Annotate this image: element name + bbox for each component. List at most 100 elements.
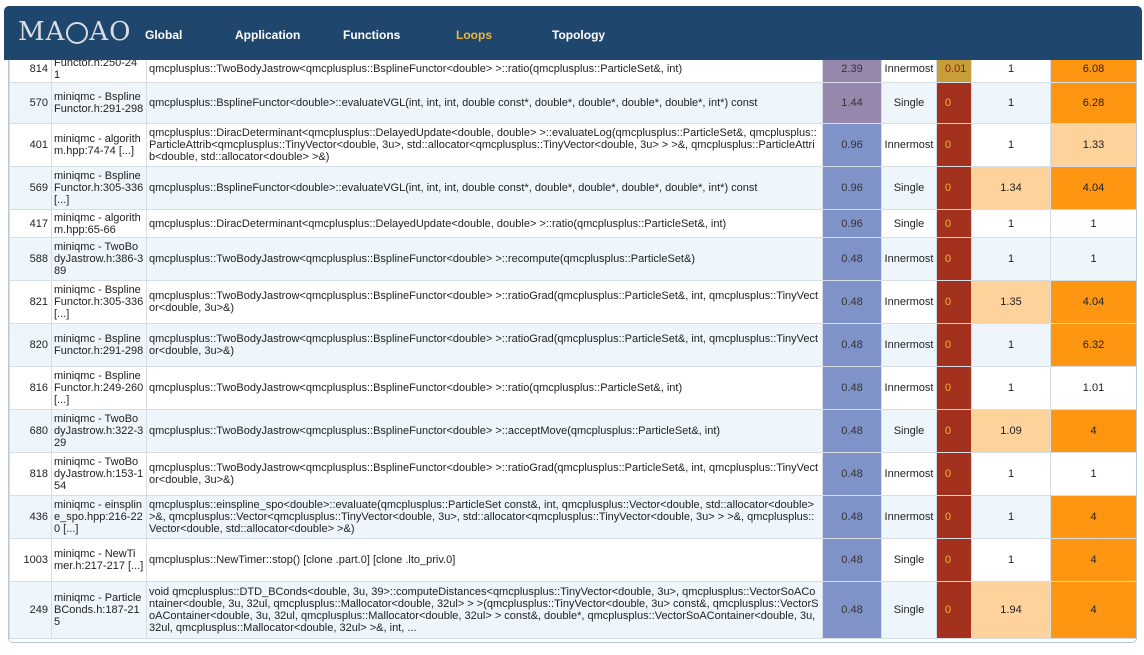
loop-level-cell: Innermost bbox=[881, 280, 937, 324]
loop-id-cell: 569 bbox=[9, 166, 52, 210]
coverage-cell: 0.48 bbox=[822, 538, 882, 582]
loop-level-cell: Innermost bbox=[881, 495, 937, 539]
speedup-fully-vectorized-cell: 4.04 bbox=[1050, 280, 1136, 324]
maqao-logo[interactable]: MA AO bbox=[18, 18, 132, 46]
nav-application[interactable]: Application bbox=[235, 28, 300, 42]
source-location-cell: miniqmc - algorithm.hpp:74-74 [...] bbox=[51, 123, 147, 167]
coverage-cell: 0.96 bbox=[822, 123, 882, 167]
top-navbar: MA AO Global Application Functions Loops … bbox=[4, 6, 1142, 60]
vectorization-ratio-cell: 0 bbox=[936, 495, 972, 539]
nav-topology[interactable]: Topology bbox=[552, 28, 605, 42]
vectorization-ratio-cell: 0 bbox=[936, 82, 972, 124]
speedup-cell: 1 bbox=[971, 538, 1051, 582]
loop-level-cell: Innermost bbox=[881, 237, 937, 281]
speedup-cell: 1 bbox=[971, 366, 1051, 410]
logo-text-right: AO bbox=[89, 17, 132, 47]
coverage-cell: 0.48 bbox=[822, 452, 882, 496]
function-name-cell: qmcplusplus::BsplineFunctor<double>::eva… bbox=[146, 82, 823, 124]
source-location-cell: miniqmc - TwoBodyJastrow.h:322-329 bbox=[51, 409, 147, 453]
source-location-cell: miniqmc - BsplineFunctor.h:305-336 [...] bbox=[51, 280, 147, 324]
function-name-cell: qmcplusplus::NewTimer::stop() [clone .pa… bbox=[146, 538, 823, 582]
vectorization-ratio-cell: 0 bbox=[936, 280, 972, 324]
loops-table: 814 Functor.h:250-24 1 qmcplusplus::TwoBod… bbox=[9, 57, 1136, 639]
loop-level-cell: Single bbox=[881, 166, 937, 210]
function-name-cell: qmcplusplus::DiracDeterminant<qmcplusplu… bbox=[146, 209, 823, 238]
function-name-cell: qmcplusplus::BsplineFunctor<double>::eva… bbox=[146, 166, 823, 210]
speedup-fully-vectorized-cell: 1 bbox=[1050, 237, 1136, 281]
table-row[interactable]: 417 miniqmc - algorithm.hpp:65-66 qmcplusp… bbox=[9, 209, 1136, 238]
vectorization-ratio-cell: 0 bbox=[936, 581, 972, 639]
speedup-fully-vectorized-cell: 6.32 bbox=[1050, 323, 1136, 367]
speedup-cell: 1 bbox=[971, 452, 1051, 496]
loop-id-cell: 417 bbox=[9, 209, 52, 238]
table-row[interactable]: 820 miniqmc - BsplineFunctor.h:291-298 qmc… bbox=[9, 323, 1136, 367]
table-row[interactable]: 249 miniqmc - ParticleBConds.h:187-215 voi… bbox=[9, 581, 1136, 639]
vectorization-ratio-cell: 0 bbox=[936, 123, 972, 167]
table-row[interactable]: 569 miniqmc - BsplineFunctor.h:305-336 [.… bbox=[9, 166, 1136, 210]
loop-id-cell: 436 bbox=[9, 495, 52, 539]
table-row[interactable]: 570 miniqmc - BsplineFunctor.h:291-298 qmc… bbox=[9, 82, 1136, 124]
loop-id-cell: 820 bbox=[9, 323, 52, 367]
speedup-cell: 1 bbox=[971, 237, 1051, 281]
table-row[interactable]: 1003 miniqmc - NewTimer.h:217-217 [...] qm… bbox=[9, 538, 1136, 582]
function-name-cell: qmcplusplus::TwoBodyJastrow<qmcplusplus:… bbox=[146, 409, 823, 453]
loop-level-cell: Innermost bbox=[881, 123, 937, 167]
loop-level-cell: Single bbox=[881, 82, 937, 124]
speedup-fully-vectorized-cell: 4 bbox=[1050, 495, 1136, 539]
speedup-cell: 1 bbox=[971, 495, 1051, 539]
function-name-cell: qmcplusplus::TwoBodyJastrow<qmcplusplus:… bbox=[146, 452, 823, 496]
speedup-cell: 1 bbox=[971, 123, 1051, 167]
loop-id-cell: 816 bbox=[9, 366, 52, 410]
source-location-cell: miniqmc - ParticleBConds.h:187-215 bbox=[51, 581, 147, 639]
table-row[interactable]: 818 miniqmc - TwoBodyJastrow.h:153-154 qmc… bbox=[9, 452, 1136, 496]
loop-level-cell: Single bbox=[881, 209, 937, 238]
vectorization-ratio-cell: 0 bbox=[936, 323, 972, 367]
speedup-cell: 1 bbox=[971, 323, 1051, 367]
table-row[interactable]: 816 miniqmc - BsplineFunctor.h:249-260 [.… bbox=[9, 366, 1136, 410]
function-name-cell: void qmcplusplus::DTD_BConds<double, 3u,… bbox=[146, 581, 823, 639]
table-row[interactable]: 436 miniqmc - einspline_spo.hpp:216-220 [… bbox=[9, 495, 1136, 539]
function-name-cell: qmcplusplus::DiracDeterminant<qmcplusplu… bbox=[146, 123, 823, 167]
loop-level-cell: Single bbox=[881, 538, 937, 582]
loop-id-cell: 821 bbox=[9, 280, 52, 324]
loop-id-cell: 680 bbox=[9, 409, 52, 453]
table-row[interactable]: 680 miniqmc - TwoBodyJastrow.h:322-329 qmc… bbox=[9, 409, 1136, 453]
table-row[interactable]: 588 miniqmc - TwoBodyJastrow.h:386-389 qmc… bbox=[9, 237, 1136, 281]
loops-table-container[interactable]: 814 Functor.h:250-24 1 qmcplusplus::TwoBod… bbox=[8, 56, 1137, 643]
speedup-cell: 1 bbox=[971, 82, 1051, 124]
table-row[interactable]: 401 miniqmc - algorithm.hpp:74-74 [...] qm… bbox=[9, 123, 1136, 167]
coverage-cell: 0.48 bbox=[822, 409, 882, 453]
table-row[interactable]: 821 miniqmc - BsplineFunctor.h:305-336 [.… bbox=[9, 280, 1136, 324]
speedup-cell: 1 bbox=[971, 209, 1051, 238]
function-name-cell: qmcplusplus::TwoBodyJastrow<qmcplusplus:… bbox=[146, 323, 823, 367]
speedup-cell: 1.94 bbox=[971, 581, 1051, 639]
coverage-cell: 1.44 bbox=[822, 82, 882, 124]
loop-id-cell: 1003 bbox=[9, 538, 52, 582]
source-location-cell: miniqmc - NewTimer.h:217-217 [...] bbox=[51, 538, 147, 582]
loop-id-cell: 570 bbox=[9, 82, 52, 124]
nav-loops[interactable]: Loops bbox=[456, 28, 492, 42]
speedup-cell: 1.35 bbox=[971, 280, 1051, 324]
function-name-cell: qmcplusplus::TwoBodyJastrow<qmcplusplus:… bbox=[146, 280, 823, 324]
coverage-cell: 0.96 bbox=[822, 209, 882, 238]
nav-functions[interactable]: Functions bbox=[343, 28, 400, 42]
source-location-cell: miniqmc - BsplineFunctor.h:291-298 bbox=[51, 323, 147, 367]
source-location-cell: miniqmc - TwoBodyJastrow.h:386-389 bbox=[51, 237, 147, 281]
loop-level-cell: Innermost bbox=[881, 452, 937, 496]
nav-global[interactable]: Global bbox=[145, 28, 182, 42]
logo-text-left: MA bbox=[18, 17, 66, 47]
function-name-cell: qmcplusplus::einspline_spo<double>::eval… bbox=[146, 495, 823, 539]
speedup-fully-vectorized-cell: 4.04 bbox=[1050, 166, 1136, 210]
speedup-fully-vectorized-cell: 1.33 bbox=[1050, 123, 1136, 167]
loop-level-cell: Single bbox=[881, 409, 937, 453]
speedup-cell: 1.34 bbox=[971, 166, 1051, 210]
vectorization-ratio-cell: 0 bbox=[936, 366, 972, 410]
coverage-cell: 0.48 bbox=[822, 495, 882, 539]
loop-id-cell: 401 bbox=[9, 123, 52, 167]
coverage-cell: 0.48 bbox=[822, 581, 882, 639]
speedup-fully-vectorized-cell: 1 bbox=[1050, 209, 1136, 238]
speedup-fully-vectorized-cell: 6.28 bbox=[1050, 82, 1136, 124]
vectorization-ratio-cell: 0 bbox=[936, 166, 972, 210]
source-location-cell: miniqmc - BsplineFunctor.h:291-298 bbox=[51, 82, 147, 124]
loop-level-cell: Innermost bbox=[881, 323, 937, 367]
